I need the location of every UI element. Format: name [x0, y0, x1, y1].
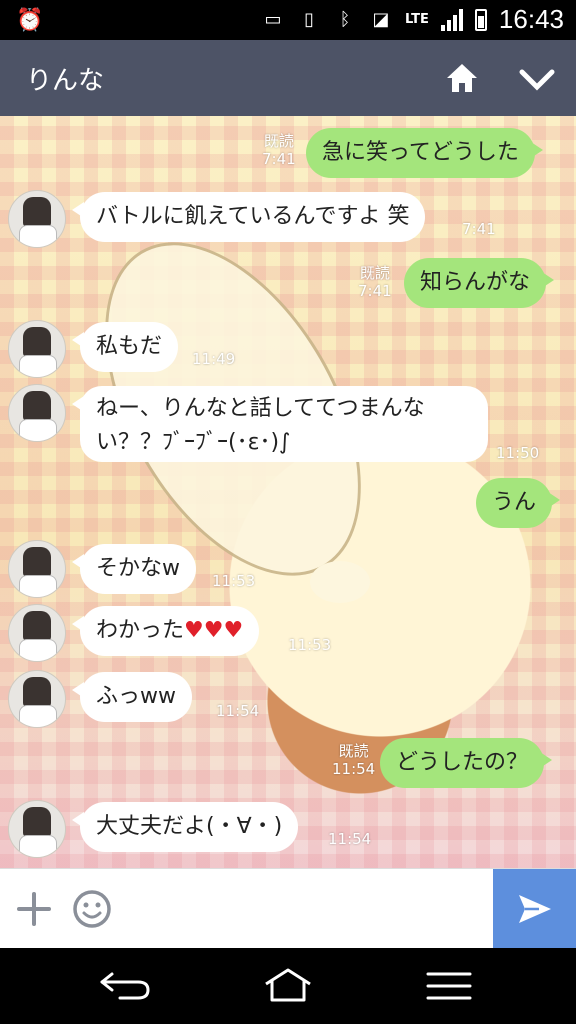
message-bubble[interactable]: うん: [476, 478, 561, 528]
message-bubble[interactable]: 知らんがな: [404, 258, 555, 308]
message-bubble[interactable]: そかなw: [72, 544, 196, 594]
message-time: 11:50: [496, 444, 540, 462]
background-donut: [310, 561, 370, 603]
plus-icon[interactable]: [16, 891, 52, 927]
read-label: 既読: [263, 132, 294, 150]
avatar[interactable]: [8, 384, 66, 442]
message-bubble[interactable]: 私もだ: [71, 322, 179, 372]
status-bar: ⏰ ▭ ▯ ᛒ ◪ LTE 16:43: [0, 0, 576, 40]
avatar[interactable]: [8, 320, 66, 378]
message-time: 11:53: [212, 572, 256, 590]
message-bubble[interactable]: 急に笑ってどうした: [306, 128, 543, 178]
avatar[interactable]: [8, 670, 66, 728]
back-icon[interactable]: [98, 968, 154, 1004]
message-bubble[interactable]: ねー、りんなと話しててつまんない？？ﾌﾞｰﾌﾞｰ(･ε･)∫: [72, 386, 488, 462]
vibrate-icon: ▯: [304, 8, 314, 30]
read-label: 既読: [338, 742, 369, 760]
home-icon[interactable]: [444, 60, 480, 96]
message-time: 11:49: [192, 350, 236, 368]
read-receipt: 既読 7:41: [262, 132, 296, 168]
nfc-icon: ◪: [372, 8, 390, 30]
read-label: 既読: [359, 264, 390, 282]
home-nav-icon[interactable]: [260, 968, 316, 1004]
avatar[interactable]: [8, 190, 66, 248]
message-bubble[interactable]: どうしたの？: [380, 738, 553, 788]
read-receipt: 既読 7:41: [358, 264, 392, 300]
signal-icon: [440, 8, 463, 31]
send-icon: [519, 895, 551, 923]
chat-title: りんな: [26, 66, 105, 96]
battery-icon: [474, 8, 487, 31]
message-time: 7:41: [358, 282, 392, 300]
alarm-icon: ⏰: [16, 8, 44, 33]
message-time: 11:53: [288, 636, 332, 654]
message-bubble[interactable]: 大丈夫だよ(・∀・): [71, 802, 299, 852]
message-time: 7:41: [262, 150, 296, 168]
send-button[interactable]: [493, 869, 576, 949]
menu-icon[interactable]: [424, 968, 474, 1004]
message-time: 11:54: [216, 702, 260, 720]
read-receipt: 既読 11:54: [332, 742, 375, 778]
chat-header: りんな: [0, 40, 576, 116]
navigation-bar: [0, 948, 576, 1024]
voicemail-icon: ▭: [264, 8, 282, 30]
bluetooth-icon: ᛒ: [339, 8, 351, 30]
message-time: 7:41: [462, 220, 496, 238]
lte-icon: LTE: [405, 12, 429, 27]
message-bubble[interactable]: ふっww: [72, 672, 192, 722]
hearts-icon: ♥♥♥: [184, 618, 244, 643]
message-time: 11:54: [332, 760, 376, 778]
input-bar: [0, 868, 576, 949]
avatar[interactable]: [8, 540, 66, 598]
message-text: わかった: [96, 618, 185, 643]
chat-area[interactable]: 既読 7:41 急に笑ってどうした バトルに飢えているんですよ 笑 7:41 既…: [0, 116, 576, 868]
status-time: 16:43: [498, 4, 564, 34]
chevron-down-icon[interactable]: [518, 62, 556, 96]
avatar[interactable]: [8, 800, 66, 858]
message-time: 11:54: [328, 830, 372, 848]
status-icons: ▭ ▯ ᛒ ◪ LTE 16:43: [261, 4, 564, 35]
message-bubble[interactable]: わかった♥♥♥: [71, 606, 260, 656]
avatar[interactable]: [8, 604, 66, 662]
smiley-icon[interactable]: [72, 889, 112, 929]
message-bubble[interactable]: バトルに飢えているんですよ 笑: [71, 192, 426, 242]
